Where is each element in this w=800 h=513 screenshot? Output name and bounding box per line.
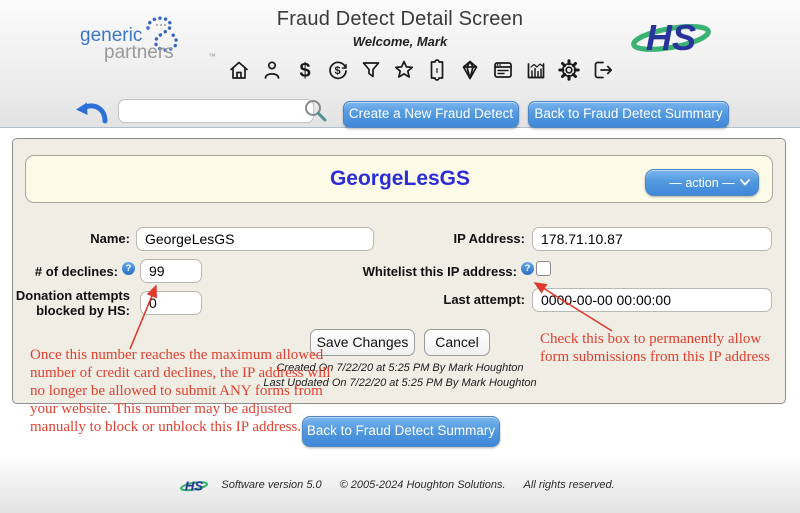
ticket-icon[interactable] (425, 58, 449, 82)
footer-version: Software version 5.0 (221, 479, 321, 491)
back-to-summary-button[interactable]: Back to Fraud Detect Summary (528, 101, 729, 128)
ip-address-label: IP Address: (390, 231, 525, 246)
declines-help-icon[interactable]: ? (122, 262, 135, 275)
declines-label: # of declines: (0, 264, 118, 279)
footer: HS Software version 5.0 © 2005-2024 Houg… (0, 476, 800, 494)
home-icon[interactable] (227, 58, 251, 82)
user-icon[interactable] (260, 58, 284, 82)
blocked-field[interactable] (140, 291, 202, 315)
gear-icon[interactable] (557, 58, 581, 82)
last-attempt-field[interactable] (532, 288, 772, 312)
dollar-icon[interactable]: $ (293, 58, 317, 82)
svg-text:HS: HS (185, 478, 204, 493)
filter-icon[interactable] (359, 58, 383, 82)
footer-rights: All rights reserved. (524, 479, 615, 491)
create-fraud-detect-button[interactable]: Create a New Fraud Detect (343, 101, 519, 128)
page-title: Fraud Detect Detail Screen (0, 8, 800, 31)
action-dropdown-label: — action — (669, 176, 734, 190)
chart-icon[interactable] (524, 58, 548, 82)
whitelist-annotation: Check this box to permanently allow form… (540, 330, 788, 366)
name-label: Name: (0, 231, 130, 246)
back-undo-arrow-icon[interactable] (74, 96, 110, 124)
fraud-detect-detail-page: generic partners ™ HS Fraud Detect Detai… (0, 0, 800, 513)
svg-text:$: $ (299, 60, 310, 82)
whitelist-help-icon[interactable]: ? (521, 262, 534, 275)
recurring-payment-icon[interactable]: $ (326, 58, 350, 82)
nav-icon-bar: $ $ (40, 58, 800, 82)
ip-address-field[interactable] (532, 227, 772, 251)
whitelist-checkbox[interactable] (536, 261, 551, 276)
star-icon[interactable] (392, 58, 416, 82)
blocked-label-line2: blocked by HS: (0, 303, 130, 318)
hs-footer-logo: HS (179, 476, 209, 494)
chevron-down-icon (740, 179, 750, 186)
last-attempt-label: Last attempt: (390, 292, 525, 307)
diamond-icon[interactable] (458, 58, 482, 82)
welcome-text: Welcome, Mark (0, 34, 800, 49)
logout-icon[interactable] (590, 58, 614, 82)
declines-field[interactable] (140, 259, 202, 283)
svg-text:$: $ (334, 65, 340, 77)
cancel-button[interactable]: Cancel (424, 329, 490, 356)
declines-annotation: Once this number reaches the maximum all… (30, 346, 340, 436)
blocked-label-line1: Donation attempts (0, 288, 130, 303)
name-field[interactable] (136, 227, 374, 251)
whitelist-label: Whitelist this IP address: (320, 264, 517, 279)
search-input[interactable] (118, 99, 314, 123)
search-icon[interactable] (302, 97, 329, 124)
footer-copyright: © 2005-2024 Houghton Solutions. (340, 479, 506, 491)
back-to-summary-bottom-button[interactable]: Back to Fraud Detect Summary (302, 416, 500, 447)
action-dropdown[interactable]: — action — (645, 169, 759, 196)
browser-icon[interactable] (491, 58, 515, 82)
